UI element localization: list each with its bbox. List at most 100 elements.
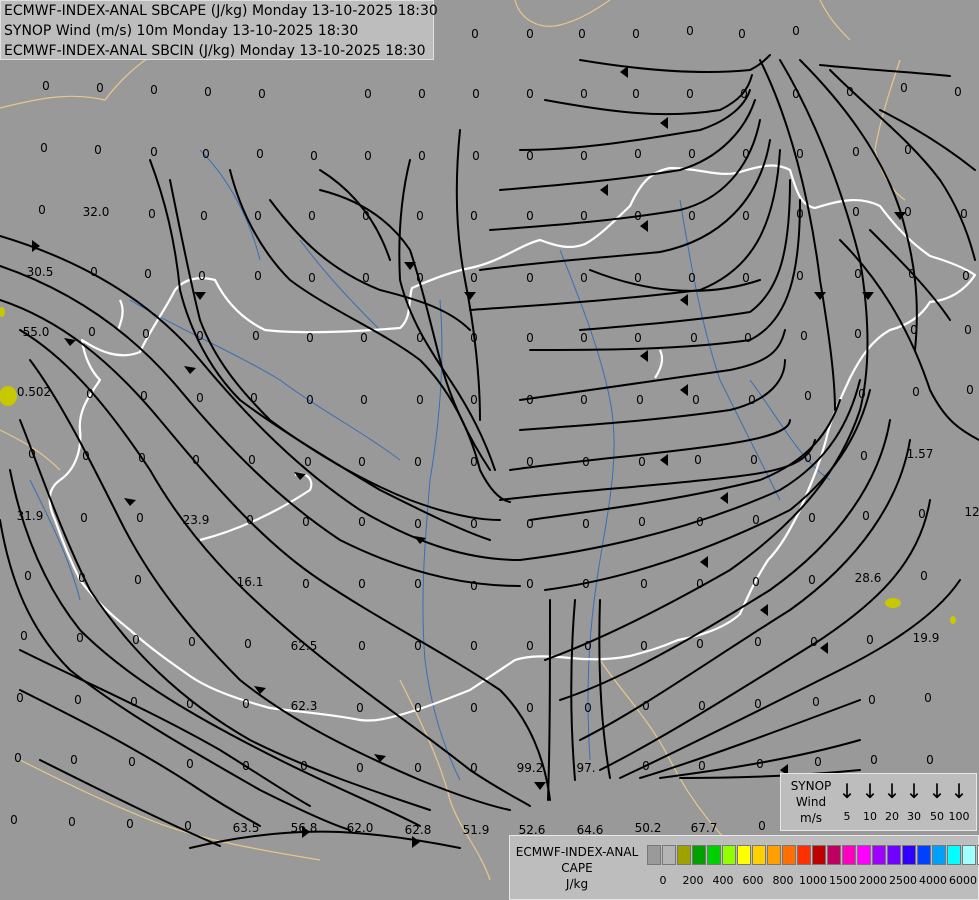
- cape-legend-line-2: CAPE: [561, 861, 593, 875]
- station-value: 0: [692, 393, 700, 407]
- station-value: 0: [300, 759, 308, 773]
- station-value: 0: [96, 81, 104, 95]
- station-value: 31.9: [17, 509, 44, 523]
- cape-color-scale: [647, 845, 979, 865]
- station-value: 0: [758, 819, 766, 833]
- station-value: 0: [752, 575, 760, 589]
- station-value: 0: [414, 577, 422, 591]
- cape-tick: 200: [682, 874, 704, 887]
- station-value: 0: [82, 449, 90, 463]
- station-value: 0: [960, 207, 968, 221]
- station-value: 0: [416, 393, 424, 407]
- station-value: 0: [632, 27, 640, 41]
- station-value: 16.1: [237, 575, 264, 589]
- cape-tick-labels: 0 200 400 600 800 1000 1500 2000 2500 40…: [647, 874, 978, 888]
- station-value: 0: [578, 27, 586, 41]
- station-value: 0: [38, 203, 46, 217]
- station-value: 0: [954, 85, 962, 99]
- station-value: 0: [698, 699, 706, 713]
- station-value: 0: [526, 517, 534, 531]
- station-value: 0: [470, 393, 478, 407]
- station-value: 0: [258, 87, 266, 101]
- cape-color-swatch: [872, 845, 886, 865]
- station-value: 0: [964, 323, 972, 337]
- station-value: 23.9: [183, 513, 210, 527]
- station-value: 0: [582, 517, 590, 531]
- station-value: 0: [414, 701, 422, 715]
- station-value: 62.0: [347, 821, 374, 835]
- station-value: 0: [204, 85, 212, 99]
- station-value: 0: [642, 759, 650, 773]
- station-value: 62.5: [291, 639, 318, 653]
- station-value: 0: [920, 569, 928, 583]
- cape-color-swatch: [887, 845, 901, 865]
- station-value: 0: [526, 271, 534, 285]
- station-value: 0: [248, 453, 256, 467]
- station-value: 0: [470, 331, 478, 345]
- station-value: 0: [16, 691, 24, 705]
- station-value: 0: [360, 331, 368, 345]
- station-value: 0: [926, 753, 934, 767]
- station-value: 0: [28, 447, 36, 461]
- station-value: 56.8: [291, 821, 318, 835]
- station-value: 0: [812, 695, 820, 709]
- station-value: 0: [80, 511, 88, 525]
- cape-color-swatch: [902, 845, 916, 865]
- station-value: 0: [418, 87, 426, 101]
- cape-color-swatch: [707, 845, 721, 865]
- station-value: 0: [94, 143, 102, 157]
- cape-color-swatch: [797, 845, 811, 865]
- station-value: 0: [860, 449, 868, 463]
- station-value: 0: [250, 391, 258, 405]
- station-value: 0: [68, 815, 76, 829]
- station-value: 0: [470, 579, 478, 593]
- station-value: 0: [640, 577, 648, 591]
- station-value: 0: [358, 515, 366, 529]
- station-value: 0: [470, 455, 478, 469]
- station-value: 0: [908, 267, 916, 281]
- station-value: 0: [356, 701, 364, 715]
- wind-arrow-icon: ↓: [861, 779, 879, 803]
- wind-arrow-icon: ↓: [883, 779, 901, 803]
- station-value: 0: [640, 639, 648, 653]
- station-value: 0: [186, 757, 194, 771]
- station-value: 0: [752, 513, 760, 527]
- station-value: 0: [814, 755, 822, 769]
- station-value: 0: [86, 387, 94, 401]
- station-value: 0: [846, 85, 854, 99]
- station-value: 0: [202, 147, 210, 161]
- station-value: 0: [526, 393, 534, 407]
- station-value: 0: [128, 755, 136, 769]
- station-value: 0: [868, 693, 876, 707]
- cape-color-swatch: [782, 845, 796, 865]
- station-value: 0: [796, 207, 804, 221]
- cape-color-swatch: [737, 845, 751, 865]
- cape-color-swatch: [767, 845, 781, 865]
- station-value: 0: [242, 697, 250, 711]
- cape-color-swatch: [827, 845, 841, 865]
- station-value: 0: [196, 391, 204, 405]
- station-value: 0: [472, 149, 480, 163]
- station-value: 50.2: [635, 821, 662, 835]
- station-value: 0: [20, 629, 28, 643]
- station-value: 51.9: [463, 823, 490, 837]
- station-value: 0: [738, 27, 746, 41]
- station-value: 0: [526, 27, 534, 41]
- station-value: 0: [740, 87, 748, 101]
- cape-color-swatch: [647, 845, 661, 865]
- station-value: 0: [754, 697, 762, 711]
- station-value: 0: [580, 209, 588, 223]
- wind-arrow-icon: ↓: [905, 779, 923, 803]
- cape-tick: 1500: [829, 874, 857, 887]
- station-value: 0: [634, 147, 642, 161]
- map-background: [0, 0, 979, 900]
- station-value: 0: [912, 385, 920, 399]
- station-value: 0: [302, 515, 310, 529]
- station-value: 12: [964, 505, 979, 519]
- station-value: 0: [804, 451, 812, 465]
- station-value: 0: [24, 569, 32, 583]
- station-value: 0: [904, 143, 912, 157]
- station-value: 30.5: [27, 265, 54, 279]
- station-value: 0: [580, 271, 588, 285]
- station-value: 0: [126, 817, 134, 831]
